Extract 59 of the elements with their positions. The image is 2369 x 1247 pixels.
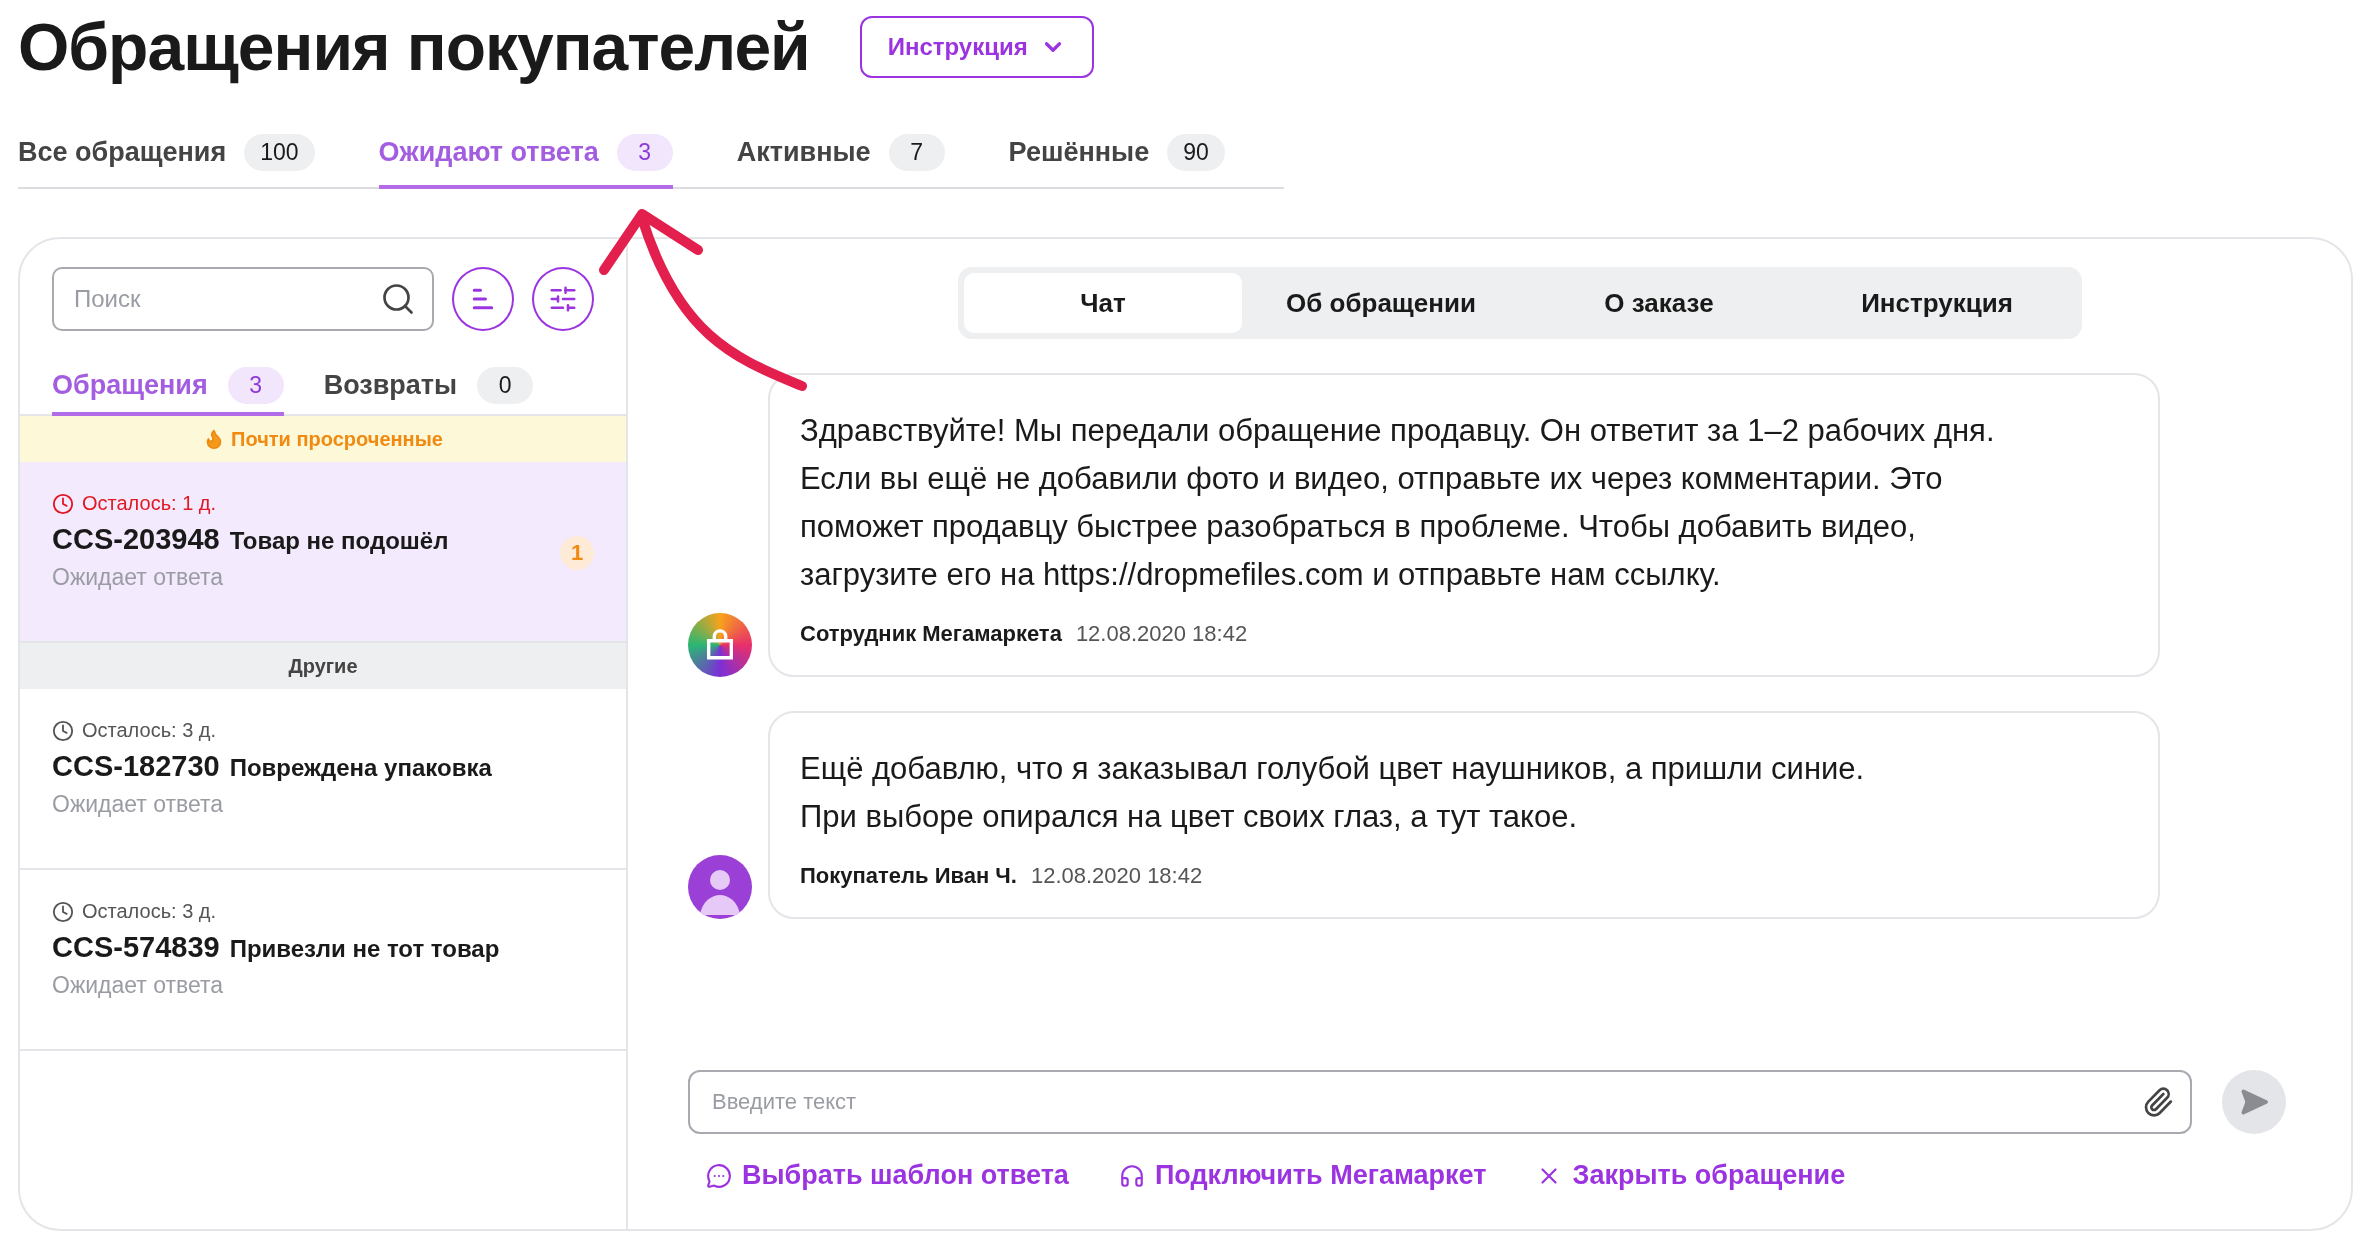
tab-label: Активные: [736, 137, 871, 168]
group-title: Почти просроченные: [231, 427, 443, 451]
filter-icon: [548, 284, 578, 314]
status-tab[interactable]: Активные 7: [736, 134, 945, 189]
search-icon: [380, 281, 416, 317]
clock-icon: [52, 719, 74, 742]
clock-icon: [52, 900, 74, 923]
count-badge: 3: [227, 367, 284, 404]
ticket-subject: Привезли не тот товар: [229, 935, 500, 963]
ticket-status: Ожидает ответа: [52, 972, 225, 999]
headset-icon: [1118, 1162, 1145, 1189]
detail-tab[interactable]: Чат: [964, 273, 1242, 333]
unread-badge: 1: [560, 536, 594, 570]
action-link[interactable]: Выбрать шаблон ответа: [706, 1160, 1069, 1191]
action-link[interactable]: Подключить Мегамаркет: [1118, 1160, 1487, 1191]
count-badge: 3: [616, 134, 673, 171]
paperclip-icon[interactable]: [2142, 1086, 2174, 1118]
detail-tab[interactable]: Инструкция: [1798, 273, 2076, 333]
detail-tab[interactable]: Об обращении: [1242, 273, 1520, 333]
ticket-item[interactable]: Осталось: 1 д. CCS-203948 Товар не подошёл Ожидает ответа 1: [20, 462, 626, 643]
search-field[interactable]: Поиск: [52, 267, 434, 331]
group-title: Другие: [288, 654, 358, 678]
page-title: Обращения покупателей: [18, 9, 810, 85]
count-badge: 100: [244, 134, 315, 171]
send-icon: [2239, 1087, 2269, 1117]
message-time: 12.08.2020 18:42: [1075, 621, 1248, 647]
message-time: 12.08.2020 18:42: [1030, 863, 1203, 889]
count-badge: 7: [888, 134, 945, 171]
message-author: Сотрудник Мегамаркета: [800, 621, 1062, 647]
chat-bubble-icon: [706, 1162, 732, 1189]
message-text: Здравствуйте! Мы передали обращение продавцу. Он ответит за 1–2 рабочих дня. Если вы ещё не добавили фото и видео, отправьте их через комментарии. Это поможет продавцу быстрее разобраться в проблеме. Чтобы добавить видео, загрузите его на https://dropmefiles.com и отправьте нам ссылку.: [800, 412, 1996, 594]
action-link[interactable]: Закрыть обращение: [1536, 1160, 1846, 1191]
time-remaining: Осталось: 3 д.: [82, 719, 217, 742]
ticket-subject: Товар не подошёл: [229, 527, 449, 555]
ticket-id: CCS-182730: [52, 750, 220, 783]
message-input-field[interactable]: Введите текст: [688, 1070, 2192, 1134]
message-author: Покупатель Иван Ч.: [800, 863, 1017, 889]
ticket-status: Ожидает ответа: [52, 791, 225, 818]
tab-label: Возвраты: [323, 370, 458, 401]
ticket-status: Ожидает ответа: [52, 564, 225, 591]
time-remaining: Осталось: 3 д.: [82, 900, 217, 923]
time-remaining: Осталось: 1 д.: [82, 492, 217, 515]
message-text: Ещё добавлю, что я заказывал голубой цвет наушников, а пришли синие. При выборе опирался на цвет своих глаз, а тут такое.: [800, 750, 1866, 836]
detail-tab[interactable]: О заказе: [1520, 273, 1798, 333]
count-badge: 90: [1167, 134, 1225, 171]
tab-label: Ожидают ответа: [378, 137, 599, 168]
status-tab[interactable]: Решённые 90: [1008, 134, 1225, 189]
ticket-id: CCS-574839: [52, 931, 220, 964]
ticket-id: CCS-203948: [52, 523, 220, 556]
tab-label: Все обращения: [18, 137, 227, 168]
clock-icon: [52, 492, 74, 515]
ticket-subject: Повреждена упаковка: [229, 754, 492, 782]
status-tab[interactable]: Все обращения 100: [18, 134, 315, 189]
list-tab[interactable]: Возвраты 0: [323, 367, 534, 416]
tab-label: Решённые: [1008, 137, 1150, 168]
status-tab[interactable]: Ожидают ответа 3: [378, 134, 673, 189]
tab-label: Обращения: [52, 370, 208, 401]
instruction-dropdown-button[interactable]: Инструкция: [859, 16, 1094, 78]
count-badge: 0: [477, 367, 534, 404]
